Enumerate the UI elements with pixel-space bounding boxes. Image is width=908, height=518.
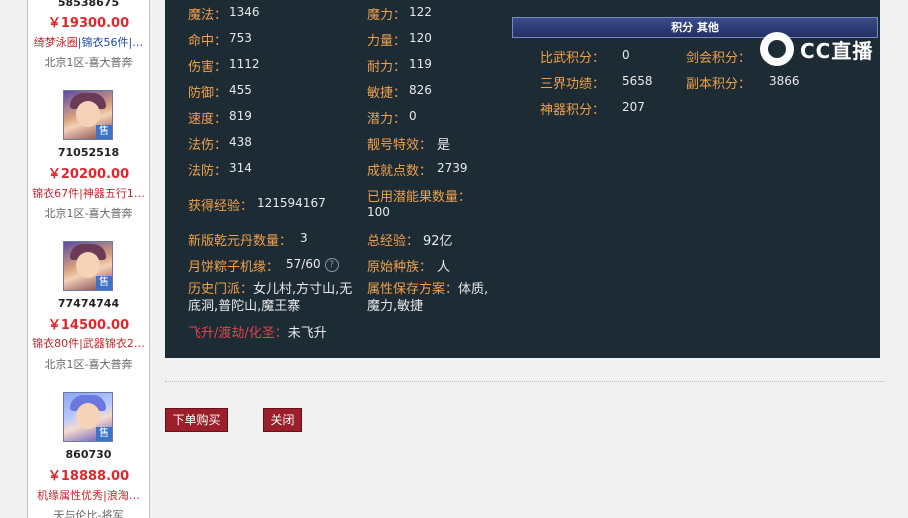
stat-label-chengjiu: 成就点数： [367,164,433,179]
stat-value-yuebing: 57/60? [286,257,339,272]
stat-value-yuanshi: 人 [437,260,451,275]
stat-value-jingyan: 121594167 [257,196,326,210]
stat-label-liliang: 力量： [367,34,407,49]
stat-label-fashang: 法伤： [188,138,228,153]
listing-tags[interactable]: 锦衣80件|武器锦衣2… [28,335,149,351]
stat-label-fangyu: 防御： [188,86,228,101]
score-label-sanjie: 三界功绩： [540,77,606,92]
stat-value-lianghao: 是 [437,138,451,153]
stat-label-qianyuandan: 新版乾元丹数量： [188,234,293,249]
stat-label-lishi: 历史门派： [188,282,254,297]
stat-label-moli: 魔力： [367,8,407,23]
help-icon[interactable]: ? [324,257,339,272]
listing-uid[interactable]: 77474744 [28,297,149,310]
listing-server: 天与伦比-将军 [53,509,124,518]
watermark-text: CC直播 [800,38,874,63]
stat-value-qianli: 0 [409,109,417,123]
score-label-shenqi: 神器积分： [540,103,606,118]
listing-price: ￥18888.00 [47,469,130,484]
stat-label-mingzhong: 命中： [188,34,228,49]
avatar-face [76,252,100,278]
stat-feisheng: 飞升/渡劫/化圣：未飞升 [188,325,327,342]
listing-uid[interactable]: 71052518 [28,146,149,159]
listing-uid[interactable]: 860730 [28,448,149,461]
stat-value-moli: 122 [409,5,432,19]
listing-server: 北京1区-喜大普奔 [44,56,133,69]
stat-baocun: 属性保存方案：体质,魔力,敏捷 [367,281,492,315]
stat-label-mofa: 魔法： [188,8,228,23]
stat-value-chengjiu: 2739 [437,161,468,175]
listing-price: ￥14500.00 [47,318,130,333]
score-value-fuben: 3866 [769,74,800,88]
for-sale-badge: 售 [96,125,112,139]
stat-label-yuebing: 月饼粽子机缘： [188,260,280,275]
listing-tags[interactable]: 绮梦泳圈|锦衣56件|… [28,34,149,50]
stat-value-sudu: 819 [229,109,252,123]
listing-tags[interactable]: 机缘属性优秀|浪淘… [28,487,149,503]
listing-tags[interactable]: 锦衣67件|神器五行1… [28,185,149,201]
stat-label-yuanshi: 原始种族： [367,260,433,275]
for-sale-badge: 售 [96,427,112,441]
stat-label-qianli: 潜力： [367,112,407,127]
score-label-biwu: 比武积分： [540,51,606,66]
listing-price: ￥19300.00 [47,16,130,31]
stat-label-baocun: 属性保存方案： [367,282,459,297]
listing-server: 北京1区-喜大普奔 [44,358,133,371]
listing-avatar[interactable]: 售 [63,90,113,140]
stat-label-shanghai: 伤害： [188,60,228,75]
stat-value-feisheng: 未飞升 [287,326,327,341]
stat-label-jingyan: 获得经验： [188,199,254,214]
stat-label-qiannengguo: 已用潜能果数量： [367,190,472,205]
stat-label-lianghao: 靓号特效： [367,138,433,153]
stat-label-fafang: 法防： [188,164,228,179]
yuebing-value-text: 57/60 [286,257,321,271]
stat-value-liliang: 120 [409,31,432,45]
avatar-face [76,101,100,127]
stat-value-qianyuandan: 3 [300,231,308,245]
listing-tag-red: 绮梦泳圈 [33,36,78,49]
section-divider [165,381,885,382]
listing-avatar[interactable]: 售 [63,392,113,442]
stat-value-zongjingyan: 92亿 [423,234,453,249]
stat-lishi: 历史门派：女儿村,方寸山,无底洞,普陀山,魔王寨 [188,281,358,315]
stat-label-minjie: 敏捷： [367,86,407,101]
close-button[interactable]: 关闭 [263,408,302,432]
for-sale-badge: 售 [96,276,112,290]
listing-sidebar: 58538675 ￥19300.00 绮梦泳圈|锦衣56件|… 北京1区-喜大普… [27,0,150,518]
buy-button[interactable]: 下单购买 [165,408,228,432]
avatar-face [76,403,100,429]
listing-server: 北京1区-喜大普奔 [44,207,133,220]
score-label-fuben: 副本积分： [686,77,752,92]
stat-value-fangyu: 455 [229,83,252,97]
stat-label-zongjingyan: 总经验： [367,234,420,249]
stat-value-fashang: 438 [229,135,252,149]
score-value-shenqi: 207 [622,100,645,114]
stat-value-mofa: 1346 [229,5,260,19]
score-value-sanjie: 5658 [622,74,653,88]
score-value-biwu: 0 [622,48,630,62]
listing-avatar[interactable]: 售 [63,241,113,291]
stat-value-mingzhong: 753 [229,31,252,45]
listing-price: ￥20200.00 [47,167,130,182]
stat-label-naili: 耐力： [367,60,407,75]
stat-value-fafang: 314 [229,161,252,175]
stat-value-shanghai: 1112 [229,57,260,71]
cc-logo-icon [760,32,794,66]
stat-label-sudu: 速度： [188,112,228,127]
stat-value-minjie: 826 [409,83,432,97]
score-label-jianhui: 剑会积分： [686,51,752,66]
stat-label-feisheng: 飞升/渡劫/化圣： [188,326,288,341]
listing-uid[interactable]: 58538675 [28,0,149,9]
listing-tag-blue: |锦衣56件|… [77,36,144,49]
cc-live-watermark: CC直播 [760,32,873,66]
stat-value-naili: 119 [409,57,432,71]
stat-value-qiannengguo: 100 [367,205,390,219]
